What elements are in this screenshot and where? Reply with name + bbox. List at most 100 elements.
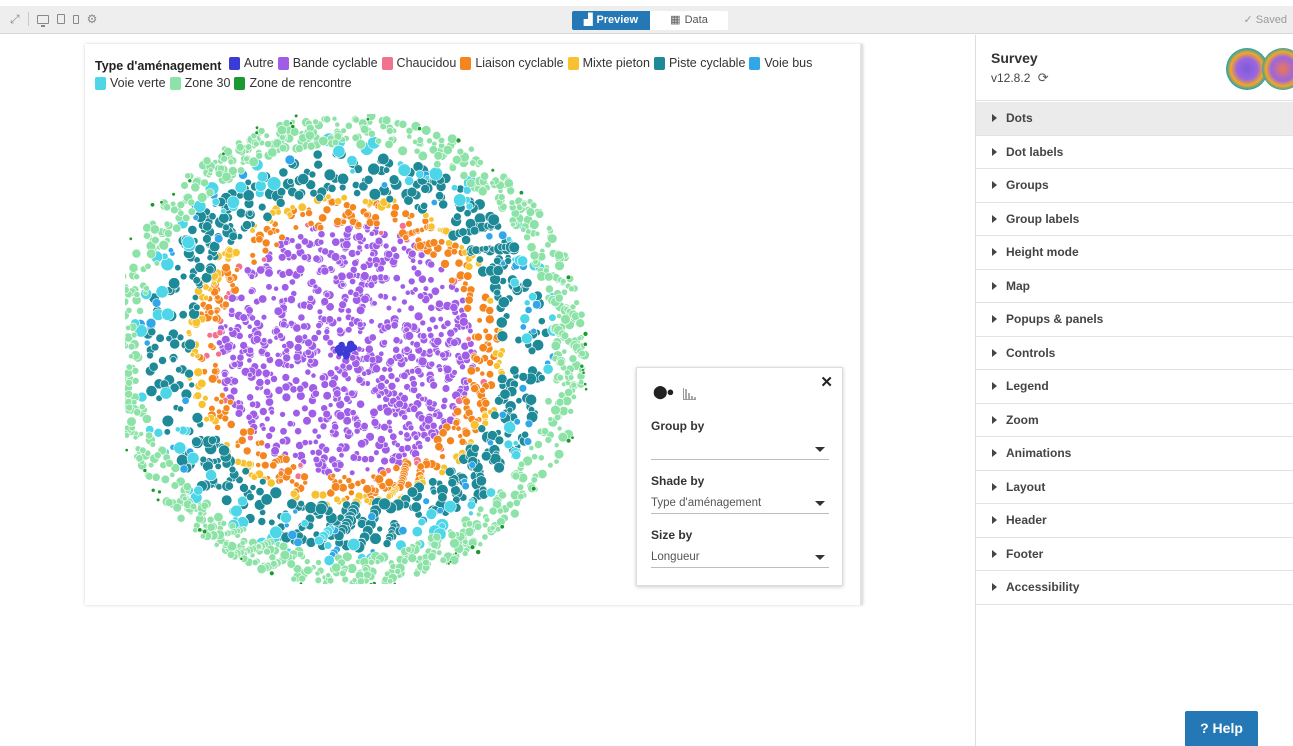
dot[interactable] (537, 454, 545, 462)
dot[interactable] (439, 351, 447, 359)
dot[interactable] (267, 229, 274, 236)
dot[interactable] (172, 223, 182, 233)
dot[interactable] (578, 379, 585, 386)
dot[interactable] (368, 558, 375, 566)
dot[interactable] (315, 502, 328, 516)
dot[interactable] (196, 378, 207, 389)
dot[interactable] (495, 316, 508, 329)
dot[interactable] (226, 195, 240, 209)
dot[interactable] (407, 553, 418, 564)
dot[interactable] (355, 221, 363, 229)
sidebar-item-footer[interactable]: Footer (976, 538, 1293, 571)
dot[interactable] (387, 381, 397, 391)
dot[interactable] (560, 314, 571, 325)
dot[interactable] (235, 142, 245, 152)
dot[interactable] (368, 333, 377, 342)
dot[interactable] (524, 419, 534, 428)
dot[interactable] (207, 374, 218, 384)
dot[interactable] (517, 492, 525, 501)
dot[interactable] (578, 349, 586, 358)
dot[interactable] (165, 458, 174, 468)
dot[interactable] (326, 339, 334, 347)
dot[interactable] (381, 115, 392, 125)
dot[interactable] (353, 427, 361, 435)
dot[interactable] (205, 265, 215, 275)
sidebar-item-groups[interactable]: Groups (976, 169, 1293, 203)
legend-item[interactable]: Liaison cyclable (460, 55, 564, 72)
dot[interactable] (255, 487, 265, 497)
dot[interactable] (575, 318, 586, 328)
dot[interactable] (380, 181, 388, 189)
dot[interactable] (153, 260, 161, 267)
dot[interactable] (537, 317, 546, 326)
dot[interactable] (336, 316, 343, 323)
dot[interactable] (279, 427, 288, 436)
dot[interactable] (509, 365, 520, 376)
dot[interactable] (331, 461, 338, 469)
dot[interactable] (250, 258, 258, 266)
sidebar-item-dot-labels[interactable]: Dot labels (976, 136, 1293, 169)
dot[interactable] (315, 433, 322, 440)
dot[interactable] (461, 350, 471, 361)
dot[interactable] (528, 445, 535, 451)
dot[interactable] (299, 211, 306, 218)
dot[interactable] (294, 242, 303, 251)
dot[interactable] (413, 147, 421, 155)
dot[interactable] (284, 268, 294, 277)
dot[interactable] (151, 235, 160, 245)
dot[interactable] (380, 456, 389, 466)
dot[interactable] (476, 317, 483, 324)
dot[interactable] (389, 209, 399, 219)
dot[interactable] (356, 577, 365, 584)
dot[interactable] (314, 576, 323, 584)
dot[interactable] (567, 374, 575, 381)
dot[interactable] (260, 314, 268, 321)
dot[interactable] (437, 366, 444, 373)
dot[interactable] (287, 178, 294, 185)
dot[interactable] (353, 420, 362, 429)
dot[interactable] (406, 186, 418, 198)
dot[interactable] (144, 262, 152, 270)
dot[interactable] (560, 331, 570, 340)
dot[interactable] (192, 214, 200, 221)
dot[interactable] (246, 323, 253, 330)
dot[interactable] (224, 481, 234, 491)
dot[interactable] (430, 286, 440, 296)
dot[interactable] (446, 436, 455, 446)
dot[interactable] (524, 306, 533, 314)
dot[interactable] (477, 424, 487, 434)
dot[interactable] (286, 295, 296, 304)
dot[interactable] (283, 466, 293, 476)
dot[interactable] (582, 331, 589, 337)
dot[interactable] (281, 343, 288, 349)
dot[interactable] (537, 374, 546, 382)
dot[interactable] (206, 515, 215, 524)
dot[interactable] (239, 483, 249, 493)
dot[interactable] (133, 408, 142, 417)
dot[interactable] (392, 411, 399, 418)
dot[interactable] (259, 451, 268, 460)
dot[interactable] (349, 168, 356, 175)
dot[interactable] (404, 176, 414, 186)
dot[interactable] (384, 323, 392, 331)
dot[interactable] (345, 428, 353, 436)
dot[interactable] (239, 556, 244, 561)
dot[interactable] (282, 353, 291, 363)
dot[interactable] (413, 569, 421, 578)
dot[interactable] (385, 127, 394, 135)
dot[interactable] (253, 319, 262, 327)
dot[interactable] (264, 442, 272, 450)
dot[interactable] (356, 399, 365, 409)
dot[interactable] (146, 248, 157, 259)
dot[interactable] (414, 367, 423, 376)
dot[interactable] (391, 295, 398, 302)
dot[interactable] (526, 242, 537, 253)
dot[interactable] (511, 450, 522, 460)
dot[interactable] (169, 338, 181, 350)
dot[interactable] (392, 464, 401, 472)
dot[interactable] (159, 386, 173, 400)
dot[interactable] (131, 248, 142, 259)
dot[interactable] (525, 207, 536, 217)
dot[interactable] (160, 474, 171, 485)
dot[interactable] (149, 441, 156, 448)
